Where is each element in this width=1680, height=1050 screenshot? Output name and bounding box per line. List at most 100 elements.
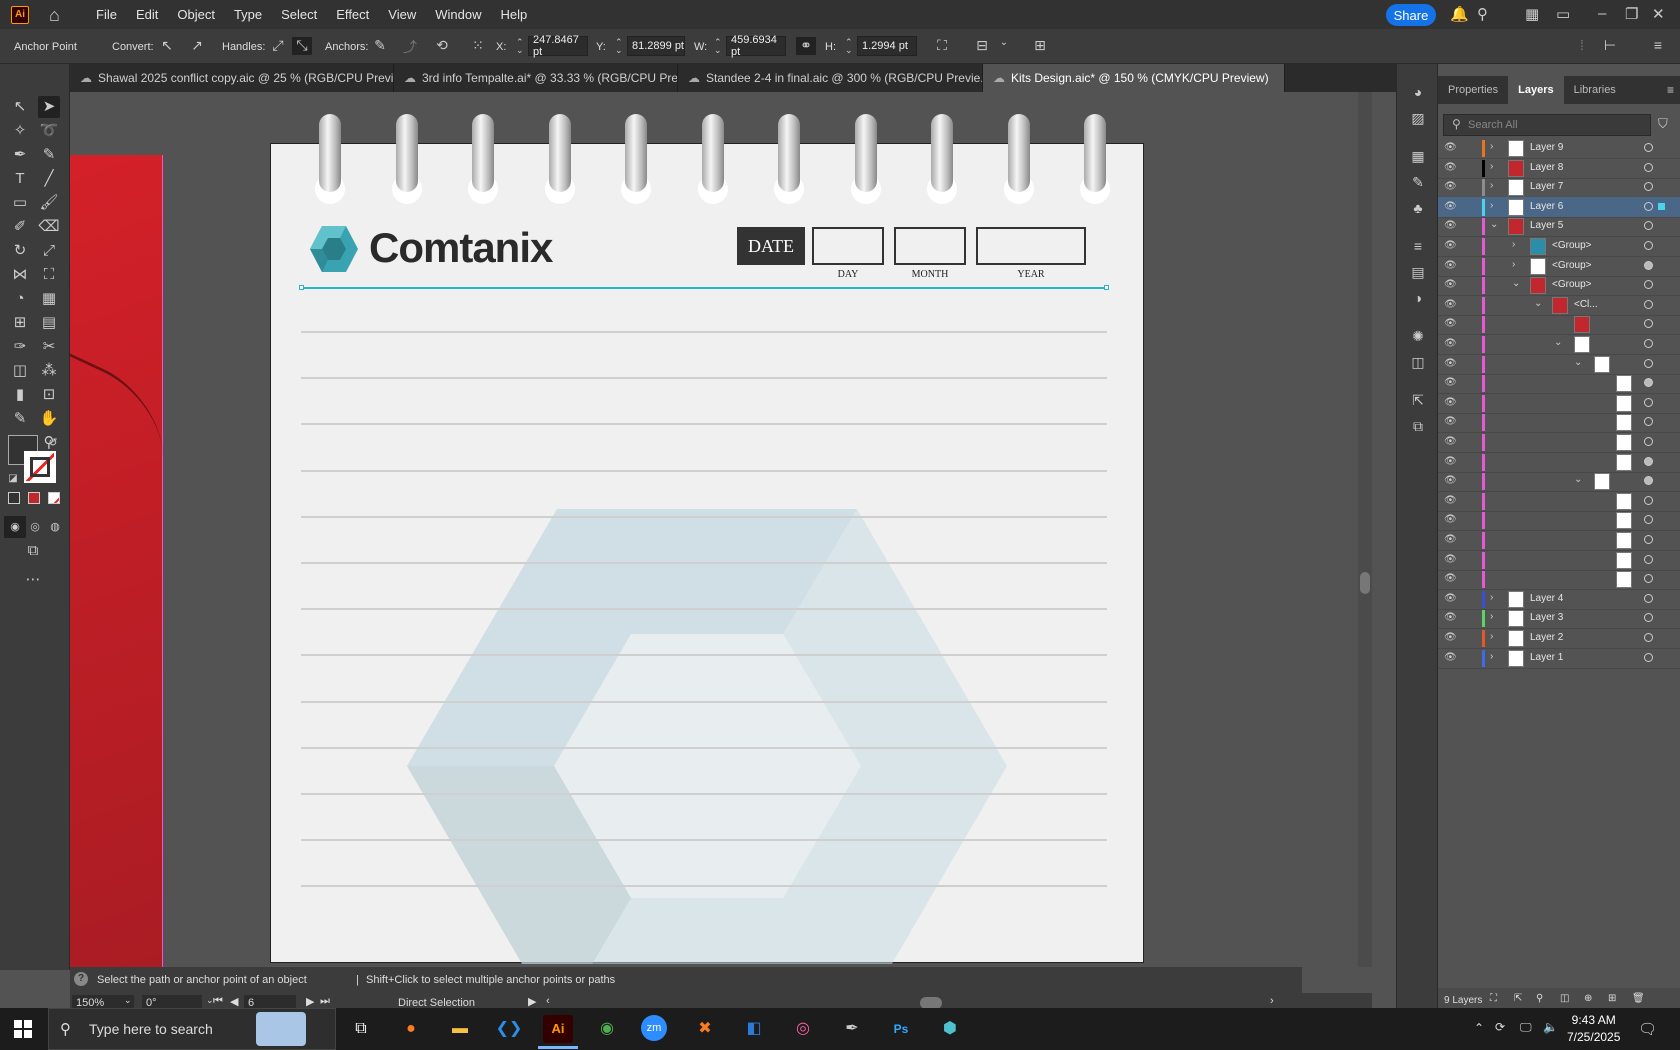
layer-row[interactable]: 👁 ⌄	[1438, 334, 1680, 355]
target-icon[interactable]	[1644, 299, 1653, 309]
target-icon[interactable]	[1644, 417, 1653, 427]
eye-icon[interactable]: 👁	[1444, 632, 1457, 643]
make-clipping-mask-icon[interactable]: ◫	[1560, 993, 1569, 1004]
outlook-icon[interactable]: ◧	[739, 1015, 769, 1043]
edit-toolbar-icon[interactable]: ⋯	[22, 569, 44, 591]
volume-icon[interactable]: 🔈	[1543, 1020, 1558, 1034]
convert-corner-icon[interactable]: ↖	[157, 37, 177, 55]
creative-cloud-icon[interactable]: ◎	[788, 1015, 818, 1043]
rotate-tool-icon[interactable]: ↻	[9, 240, 31, 262]
eye-icon[interactable]: 👁	[1444, 436, 1457, 447]
new-layer-icon[interactable]: ⊞	[1608, 993, 1616, 1004]
target-icon[interactable]	[1644, 397, 1653, 407]
eye-icon[interactable]: 👁	[1444, 534, 1457, 545]
arrange-documents-icon[interactable]: ⁞	[1572, 37, 1592, 55]
eye-icon[interactable]: 👁	[1444, 162, 1457, 173]
chevron-right-icon[interactable]: ›	[1490, 180, 1493, 191]
isolate-icon[interactable]: ⊞	[1030, 37, 1050, 55]
target-icon[interactable]	[1644, 182, 1653, 192]
filter-icon[interactable]: ⛉	[1658, 116, 1668, 132]
last-artboard-icon[interactable]: ⏭	[320, 995, 330, 1008]
gradient-tool-icon[interactable]: ▤	[38, 312, 60, 334]
illustrator-taskbar-icon[interactable]: Ai	[543, 1015, 573, 1043]
width-tool-icon[interactable]: ⋈	[9, 264, 31, 286]
eye-icon[interactable]: 👁	[1444, 142, 1457, 153]
perspective-grid-icon[interactable]: ▦	[38, 288, 60, 310]
eye-icon[interactable]: 👁	[1444, 201, 1457, 212]
stroke-panel-icon[interactable]: ≡	[1408, 238, 1428, 258]
eye-icon[interactable]: 👁	[1444, 397, 1457, 408]
hand-tool-icon[interactable]: ✋	[38, 408, 60, 430]
layer-row[interactable]: 👁 ⌄ <Group>	[1438, 275, 1680, 297]
target-icon[interactable]	[1644, 593, 1653, 603]
layer-row[interactable]: 👁	[1438, 314, 1680, 336]
chevron-down-icon[interactable]: ⌄	[124, 995, 132, 1006]
network-icon[interactable]: 🖵	[1520, 1020, 1532, 1035]
collect-export-icon[interactable]: ⛶	[1490, 993, 1497, 1004]
eye-icon[interactable]: 👁	[1444, 554, 1457, 565]
layer-row[interactable]: 👁	[1438, 510, 1680, 532]
layer-row[interactable]: 👁 › Layer 8	[1438, 158, 1680, 179]
remove-anchor-icon[interactable]: ✎	[370, 37, 390, 55]
target-icon[interactable]	[1644, 201, 1653, 211]
share-button[interactable]: Share	[1386, 4, 1436, 26]
layer-row[interactable]: 👁	[1438, 393, 1680, 414]
shape-builder-icon[interactable]: ◔	[9, 288, 31, 310]
eye-icon[interactable]: 👁	[1444, 495, 1457, 506]
anchor-point[interactable]	[299, 285, 304, 290]
layer-row[interactable]: 👁 › <Group>	[1438, 236, 1680, 257]
first-artboard-icon[interactable]: ⏮	[213, 995, 223, 1008]
selected-header-line[interactable]	[301, 287, 1107, 289]
target-icon[interactable]	[1644, 437, 1653, 446]
prev-artboard-icon[interactable]: ◀	[230, 995, 238, 1008]
vscode-icon[interactable]: ❮❯	[494, 1015, 524, 1043]
rectangle-tool-icon[interactable]: ▭	[9, 192, 31, 214]
anchor-point[interactable]	[1104, 285, 1109, 290]
file-explorer-icon[interactable]: ▬	[445, 1015, 475, 1043]
chevron-down-icon[interactable]: ⌄	[1490, 219, 1498, 230]
document-tab[interactable]: ☁ Shawal 2025 conflict copy.aic @ 25 % (R…	[70, 64, 394, 92]
target-icon[interactable]	[1644, 613, 1653, 623]
direct-selection-tool-icon[interactable]: ➤	[38, 96, 60, 118]
layer-row[interactable]: 👁 ⌄ Layer 5	[1438, 216, 1680, 238]
layer-row[interactable]: 👁 › Layer 6	[1438, 196, 1680, 218]
workspace-icon[interactable]: ▦	[1525, 5, 1539, 23]
chevron-down-icon[interactable]: ⌄	[1554, 337, 1562, 348]
eye-icon[interactable]: 👁	[1444, 456, 1457, 467]
connect-anchor-icon[interactable]: ⤴	[400, 37, 420, 55]
eyedropper-icon[interactable]: ✑	[9, 336, 31, 358]
type-tool-icon[interactable]: T	[9, 168, 31, 190]
layer-row[interactable]: 👁 › Layer 1	[1438, 648, 1680, 669]
chevron-down-icon[interactable]: ⌄	[1574, 474, 1582, 485]
target-icon[interactable]	[1644, 339, 1653, 348]
swap-colors-icon[interactable]: ↺	[42, 432, 64, 454]
target-icon[interactable]	[1644, 495, 1653, 505]
menu-icon[interactable]: ≡	[1648, 37, 1668, 55]
scale-tool-icon[interactable]: ⤢	[38, 240, 60, 262]
eye-icon[interactable]: 👁	[1444, 593, 1457, 604]
menu-file[interactable]: File	[96, 7, 117, 22]
target-icon[interactable]	[1644, 280, 1653, 290]
shaper-tool-icon[interactable]: ✐	[9, 216, 31, 238]
layer-row[interactable]: 👁	[1438, 491, 1680, 512]
blend-tool-icon[interactable]: ◫	[9, 360, 31, 382]
target-icon[interactable]	[1644, 633, 1653, 642]
tab-properties[interactable]: Properties	[1438, 76, 1508, 104]
target-icon[interactable]	[1644, 574, 1653, 584]
eye-icon[interactable]: 👁	[1444, 377, 1457, 388]
layer-row[interactable]: 👁 › Layer 2	[1438, 628, 1680, 649]
chevron-right-icon[interactable]: ›	[1490, 200, 1493, 211]
zoom-app-icon[interactable]: zm	[641, 1015, 667, 1041]
cut-path-icon[interactable]: ⟲	[432, 37, 452, 55]
layer-row[interactable]: 👁 ⌄	[1438, 354, 1680, 375]
scrollbar-thumb[interactable]	[1360, 572, 1370, 594]
screen-mode-icon[interactable]: ⧉	[22, 540, 44, 562]
y-spinner-icon[interactable]: ⌃ ⌄	[615, 38, 623, 55]
stroke-swatch[interactable]	[24, 451, 56, 483]
chevron-down-icon[interactable]: ⌄	[1574, 357, 1582, 368]
slice-tool-icon[interactable]: ✎	[9, 408, 31, 430]
target-icon[interactable]	[1644, 456, 1653, 466]
new-sublayer-icon[interactable]: ⊕	[1584, 993, 1592, 1004]
menu-object[interactable]: Object	[177, 7, 215, 22]
scroll-right-icon[interactable]: ›	[1270, 995, 1274, 1007]
